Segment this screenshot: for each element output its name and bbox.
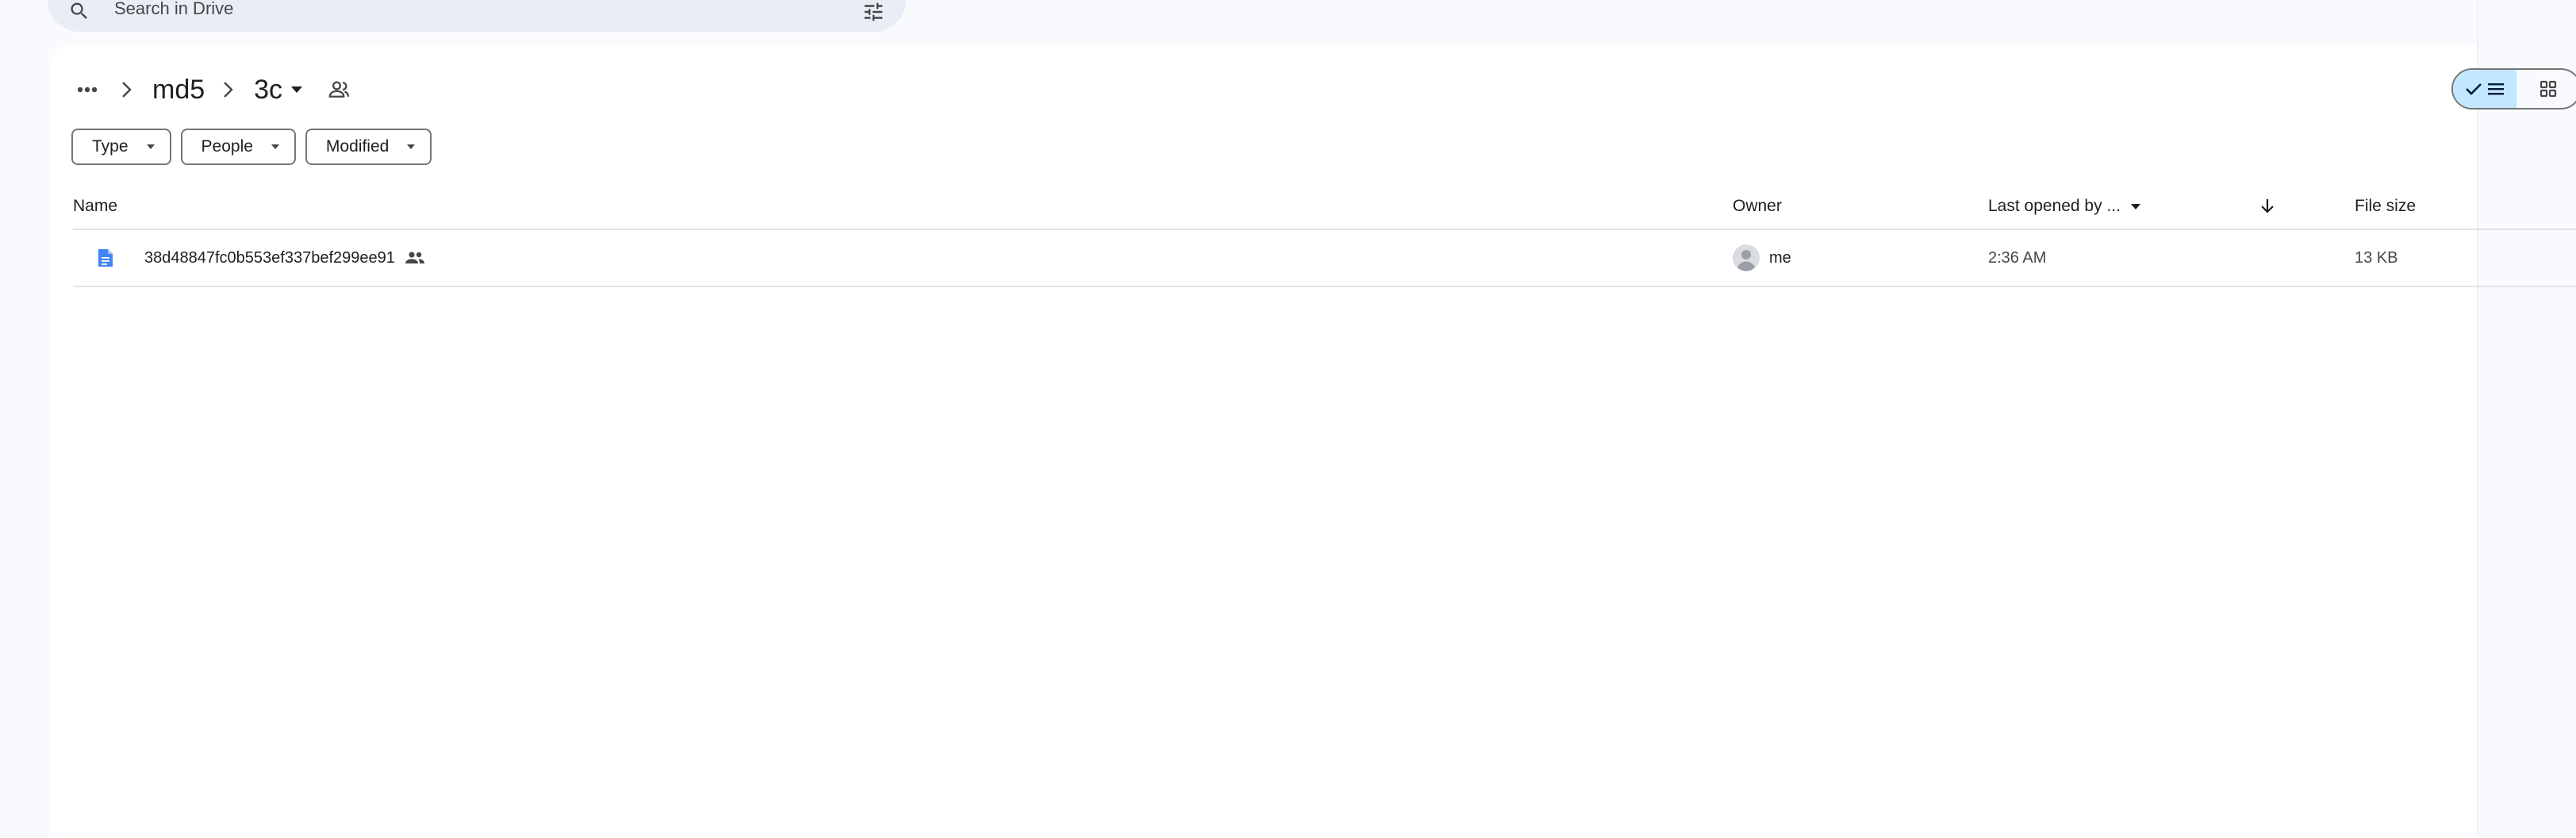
- type-filter-label: Type: [92, 137, 129, 156]
- caret-down-icon: [271, 144, 280, 150]
- modified-filter-chip[interactable]: Modified: [305, 129, 432, 165]
- table-header: Name Owner Last opened by ... File size: [73, 184, 2576, 230]
- search-icon[interactable]: [68, 0, 90, 22]
- table-row[interactable]: 38d48847fc0b553ef337bef299ee91 me 2:36 A…: [73, 230, 2576, 287]
- search-input[interactable]: Search in Drive: [114, 0, 233, 17]
- file-name[interactable]: 38d48847fc0b553ef337bef299ee91: [144, 249, 395, 267]
- owner-name: me: [1769, 248, 1791, 267]
- shared-folder-icon[interactable]: [327, 79, 351, 100]
- right-side-panel: [2477, 0, 2576, 833]
- breadcrumb-item-current[interactable]: 3c: [254, 75, 282, 106]
- column-header-file-size[interactable]: File size: [2355, 184, 2416, 229]
- grid-icon: [2540, 80, 2557, 98]
- file-size-cell: 13 KB: [2355, 248, 2398, 267]
- current-folder-menu[interactable]: 3c: [254, 75, 303, 106]
- grid-view-button[interactable]: [2516, 70, 2576, 108]
- breadcrumb-item-md5[interactable]: md5: [152, 75, 205, 106]
- column-header-last-opened: Last opened by ...: [1988, 197, 2121, 215]
- column-header-owner[interactable]: Owner: [1733, 184, 1782, 229]
- people-filter-label: People: [201, 137, 253, 156]
- doc-icon: [97, 248, 114, 268]
- last-opened-cell: 2:36 AM: [1988, 248, 2047, 267]
- caret-down-icon: [406, 144, 416, 150]
- caret-down-icon[interactable]: [290, 86, 303, 94]
- chevron-right-icon: [121, 81, 132, 98]
- avatar-icon: [1733, 244, 1760, 271]
- more-horiz-icon[interactable]: [71, 74, 103, 106]
- last-opened-sort-menu[interactable]: Last opened by ...: [1988, 184, 2141, 229]
- chevron-right-icon: [222, 81, 233, 98]
- caret-down-icon: [2130, 203, 2141, 210]
- search-bar[interactable]: Search in Drive: [48, 0, 906, 32]
- people-icon: [405, 251, 425, 265]
- list-view-button[interactable]: [2453, 70, 2516, 108]
- filter-icon[interactable]: [862, 0, 885, 24]
- people-filter-chip[interactable]: People: [180, 129, 296, 165]
- breadcrumb: md5 3c: [71, 70, 351, 110]
- check-icon: [2465, 82, 2482, 96]
- arrow-down-icon[interactable]: [2259, 184, 2275, 229]
- type-filter-chip[interactable]: Type: [71, 129, 171, 165]
- main-content: md5 3c Type People Modified Name Owner L…: [49, 44, 2576, 838]
- caret-down-icon: [146, 144, 155, 150]
- modified-filter-label: Modified: [325, 137, 390, 156]
- view-toggle: [2451, 68, 2576, 110]
- file-name-cell: 38d48847fc0b553ef337bef299ee91: [97, 230, 425, 286]
- filter-chips: Type People Modified: [71, 129, 432, 165]
- owner-cell: me: [1733, 230, 1791, 286]
- list-icon: [2487, 82, 2505, 96]
- column-header-name[interactable]: Name: [73, 184, 117, 229]
